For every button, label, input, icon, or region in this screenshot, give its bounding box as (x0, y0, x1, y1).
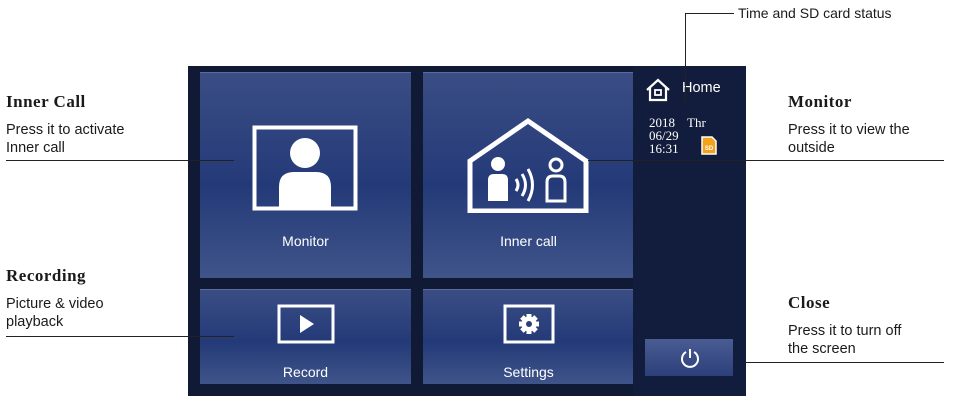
monitor-tile[interactable]: Monitor (200, 72, 411, 278)
sd-card-label: SD (705, 146, 714, 152)
inner-call-annotation-line2: Inner call (6, 140, 65, 156)
home-label[interactable]: Home (682, 80, 721, 96)
monitor-callout (588, 160, 944, 161)
inner-call-callout (6, 160, 234, 161)
inner-call-tile[interactable]: Inner call (423, 72, 634, 278)
power-button[interactable] (645, 339, 733, 376)
close-annotation-title: Close (788, 293, 831, 312)
play-icon (277, 304, 335, 344)
monitor-annotation-title: Monitor (788, 92, 852, 111)
record-tile-label: Record (282, 364, 329, 380)
close-annotation-line1: Press it to turn off (788, 323, 902, 339)
inner-call-annotation-line1: Press it to activate (6, 122, 125, 138)
time-display: 16:31 (649, 141, 679, 156)
close-callout (745, 362, 944, 363)
home-icon[interactable] (645, 78, 671, 102)
inner-call-tile-label: Inner call (500, 233, 557, 249)
power-icon (681, 349, 699, 368)
close-annotation-line2: the screen (788, 341, 856, 357)
top-status-callout-v (685, 13, 686, 103)
recording-callout (6, 336, 234, 337)
sd-card-icon: SD (701, 136, 717, 155)
top-status-annotation: Time and SD card status (738, 5, 892, 21)
recording-annotation-line2: playback (6, 314, 64, 330)
settings-tile[interactable]: Settings (423, 289, 634, 384)
gear-icon (503, 304, 555, 344)
recording-annotation-line1: Picture & video (6, 296, 104, 312)
top-status-callout-h (685, 13, 734, 14)
date-weekday: Thr (687, 115, 706, 130)
inner-call-annotation-title: Inner Call (6, 92, 86, 111)
monitor-annotation-line1: Press it to view the (788, 122, 910, 138)
house-intercom-icon (467, 117, 589, 213)
monitor-tile-label: Monitor (282, 233, 329, 249)
settings-tile-label: Settings (503, 364, 554, 380)
person-in-frame-icon (252, 125, 358, 211)
monitor-annotation-line2: outside (788, 140, 835, 156)
recording-annotation-title: Recording (6, 266, 87, 285)
